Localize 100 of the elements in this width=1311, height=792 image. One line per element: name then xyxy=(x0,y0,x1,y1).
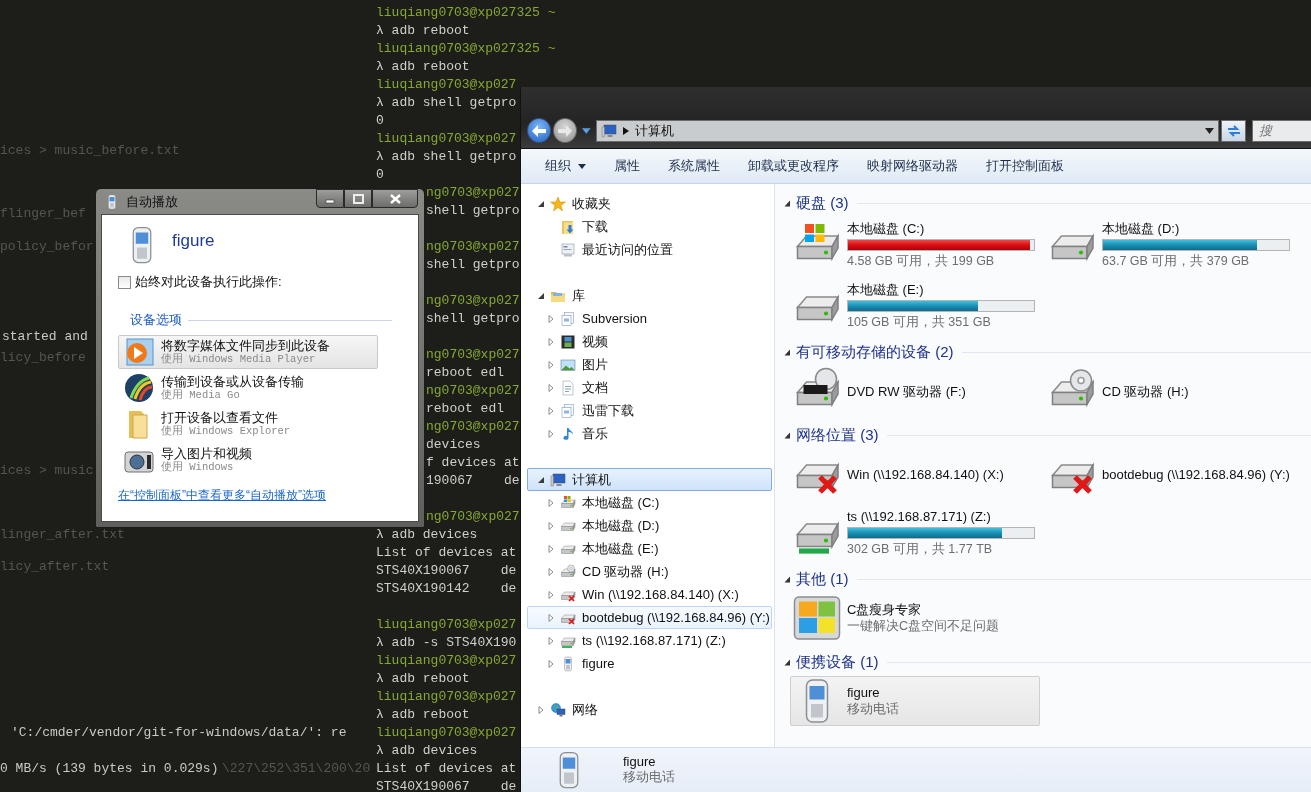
expand-arrow-icon[interactable] xyxy=(537,475,545,484)
option-subtitle: 使用 Media Go xyxy=(161,389,241,402)
toolbar-button[interactable]: 映射网络驱动器 xyxy=(855,153,970,179)
expand-arrow-icon[interactable] xyxy=(537,199,545,208)
terminal-line: \227\252\351\200\20 xyxy=(222,760,371,778)
nav-item[interactable]: 库 xyxy=(527,284,772,307)
item-name: figure xyxy=(847,684,881,701)
minimize-button[interactable] xyxy=(316,189,344,208)
nav-item[interactable]: 下载 xyxy=(527,215,772,238)
computer-icon xyxy=(550,471,566,488)
nav-item[interactable]: 网络 xyxy=(527,698,772,721)
terminal-line: linger_after.txt xyxy=(0,526,125,544)
nav-item[interactable]: figure xyxy=(527,652,772,675)
group-header[interactable]: 有可移动存储的设备 (2) xyxy=(775,341,1311,363)
item-detail: 一键解决C盘空间不足问题 xyxy=(847,618,1001,635)
breadcrumb[interactable]: 计算机 xyxy=(634,121,674,140)
maximize-button[interactable] xyxy=(344,189,372,208)
item-name: ts (\\192.168.87.171) (Z:) xyxy=(847,507,992,525)
nav-item[interactable]: 本地磁盘 (D:) xyxy=(527,514,772,537)
terminal-line: policy_befor xyxy=(0,238,94,256)
forward-button[interactable] xyxy=(553,118,577,143)
nav-item[interactable]: 本地磁盘 (C:) xyxy=(527,491,772,514)
nav-item[interactable]: 本地磁盘 (E:) xyxy=(527,537,772,560)
always-checkbox[interactable]: 始终对此设备执行此操作: xyxy=(118,273,282,291)
control-panel-link[interactable]: 在“控制面板”中查看更多“自动播放”选项 xyxy=(118,487,326,504)
nav-item[interactable]: 视频 xyxy=(527,330,772,353)
computer-icon xyxy=(600,122,617,139)
checkbox[interactable] xyxy=(118,275,131,289)
terminal-line: λ adb reboot xyxy=(376,706,470,724)
refresh-icon xyxy=(1225,123,1242,138)
caret-icon[interactable] xyxy=(1205,127,1215,134)
nav-item[interactable]: Subversion xyxy=(527,307,772,330)
toolbar-button[interactable]: 打开控制面板 xyxy=(974,153,1076,179)
item-name: DVD RW 驱动器 (F:) xyxy=(847,382,967,400)
drive-item[interactable]: ts (\\192.168.87.171) (Z:) 302 GB 可用，共 1.77 TB xyxy=(790,506,1050,559)
item-name: C盘瘦身专家 xyxy=(847,601,923,618)
option-title: 导入图片和视频 xyxy=(161,446,252,461)
address-bar[interactable]: 计算机 xyxy=(595,119,1220,142)
nav-item[interactable]: 最近访问的位置 xyxy=(527,238,772,261)
terminal-line: ng0703@xp027 xyxy=(426,292,520,310)
autoplay-option[interactable]: 打开设备以查看文件 使用 Windows Explorer xyxy=(118,407,378,441)
nav-item[interactable]: CD 驱动器 (H:) xyxy=(527,560,772,583)
nav-item[interactable]: 图片 xyxy=(527,353,772,376)
autoplay-option[interactable]: 将数字媒体文件同步到此设备 使用 Windows Media Player xyxy=(118,335,378,369)
terminal-line: ices > music_before.txt xyxy=(0,142,180,160)
window-title: 自动播放 xyxy=(126,192,178,211)
nav-item[interactable]: 文档 xyxy=(527,376,772,399)
terminal-line: λ adb reboot xyxy=(376,670,470,688)
option-title: 传输到设备或从设备传输 xyxy=(161,374,304,389)
close-button[interactable] xyxy=(372,189,418,208)
group-header[interactable]: 其他 (1) xyxy=(775,568,1311,590)
toolbar-button[interactable]: 系统属性 xyxy=(656,153,732,179)
terminal-line: liuqiang0703@xp027 xyxy=(376,616,517,634)
terminal-line: λ adb shell getpro xyxy=(376,148,517,166)
drive-item[interactable]: 本地磁盘 (E:) 105 GB 可用，共 351 GB xyxy=(790,279,1050,332)
toolbar-button[interactable]: 属性 xyxy=(602,153,652,179)
expand-arrow-icon[interactable] xyxy=(537,291,545,300)
terminal-line: f devices at xyxy=(426,454,520,472)
windows-drive-icon xyxy=(560,494,576,511)
nav-item[interactable]: 收藏夹 xyxy=(527,192,772,215)
autoplay-option[interactable]: 导入图片和视频 使用 Windows xyxy=(118,443,378,477)
nav-item[interactable]: ts (\\192.168.87.171) (Z:) xyxy=(527,629,772,652)
terminal-line: ng0703@xp027 xyxy=(426,382,520,400)
drive-item[interactable]: figure 移动电话 xyxy=(790,676,1040,726)
nav-item[interactable]: 迅雷下载 xyxy=(527,399,772,422)
terminal-line: shell getpro xyxy=(426,202,520,220)
terminal-line: reboot edl xyxy=(426,400,504,418)
caret-icon[interactable] xyxy=(581,127,591,134)
group-header[interactable]: 便携设备 (1) xyxy=(775,651,1311,673)
terminal-line: liuqiang0703@xp027 xyxy=(376,130,517,148)
terminal-line: licy_before xyxy=(0,349,86,367)
autoplay-option[interactable]: 传输到设备或从设备传输 使用 Media Go xyxy=(118,371,378,405)
terminal-line: 190067 de xyxy=(426,472,520,490)
item-detail: 105 GB 可用，共 351 GB xyxy=(847,313,992,331)
toolbar-button[interactable]: 卸载或更改程序 xyxy=(736,153,851,179)
document-icon xyxy=(560,379,576,396)
terminal-line: 0 xyxy=(376,112,384,130)
terminal-line: liuqiang0703@xp027325 ~ xyxy=(376,40,556,58)
nav-item[interactable]: bootdebug (\\192.168.84.96) (Y:) xyxy=(527,606,772,629)
terminal-line: STS40X190067 de xyxy=(376,562,517,580)
group-header[interactable]: 网络位置 (3) xyxy=(775,424,1311,446)
terminal-line: List of devices at xyxy=(376,544,517,562)
refresh-button[interactable] xyxy=(1221,119,1246,142)
nav-item[interactable]: Win (\\192.168.84.140) (X:) xyxy=(527,583,772,606)
image-icon xyxy=(560,356,576,373)
device-name: figure xyxy=(172,231,215,251)
group-header[interactable]: 硬盘 (3) xyxy=(775,192,1311,214)
window-list-icon xyxy=(560,241,576,258)
item-detail: 63.7 GB 可用，共 379 GB xyxy=(1102,252,1251,270)
back-button[interactable] xyxy=(527,118,551,143)
terminal-line: liuqiang0703@xp027 xyxy=(376,76,517,94)
option-title: 打开设备以查看文件 xyxy=(161,410,279,425)
back-arrow-icon xyxy=(531,123,547,138)
drive-item[interactable]: C盘瘦身专家 一键解决C盘空间不足问题 xyxy=(790,593,1050,643)
nav-item[interactable]: 音乐 xyxy=(527,422,772,445)
search-field[interactable]: 搜 xyxy=(1252,119,1311,142)
option-subtitle: 使用 Windows Media Player xyxy=(161,353,317,366)
nav-item[interactable]: 计算机 xyxy=(527,468,772,491)
terminal-line: devices xyxy=(426,436,481,454)
toolbar-button[interactable]: 组织 xyxy=(533,153,598,179)
